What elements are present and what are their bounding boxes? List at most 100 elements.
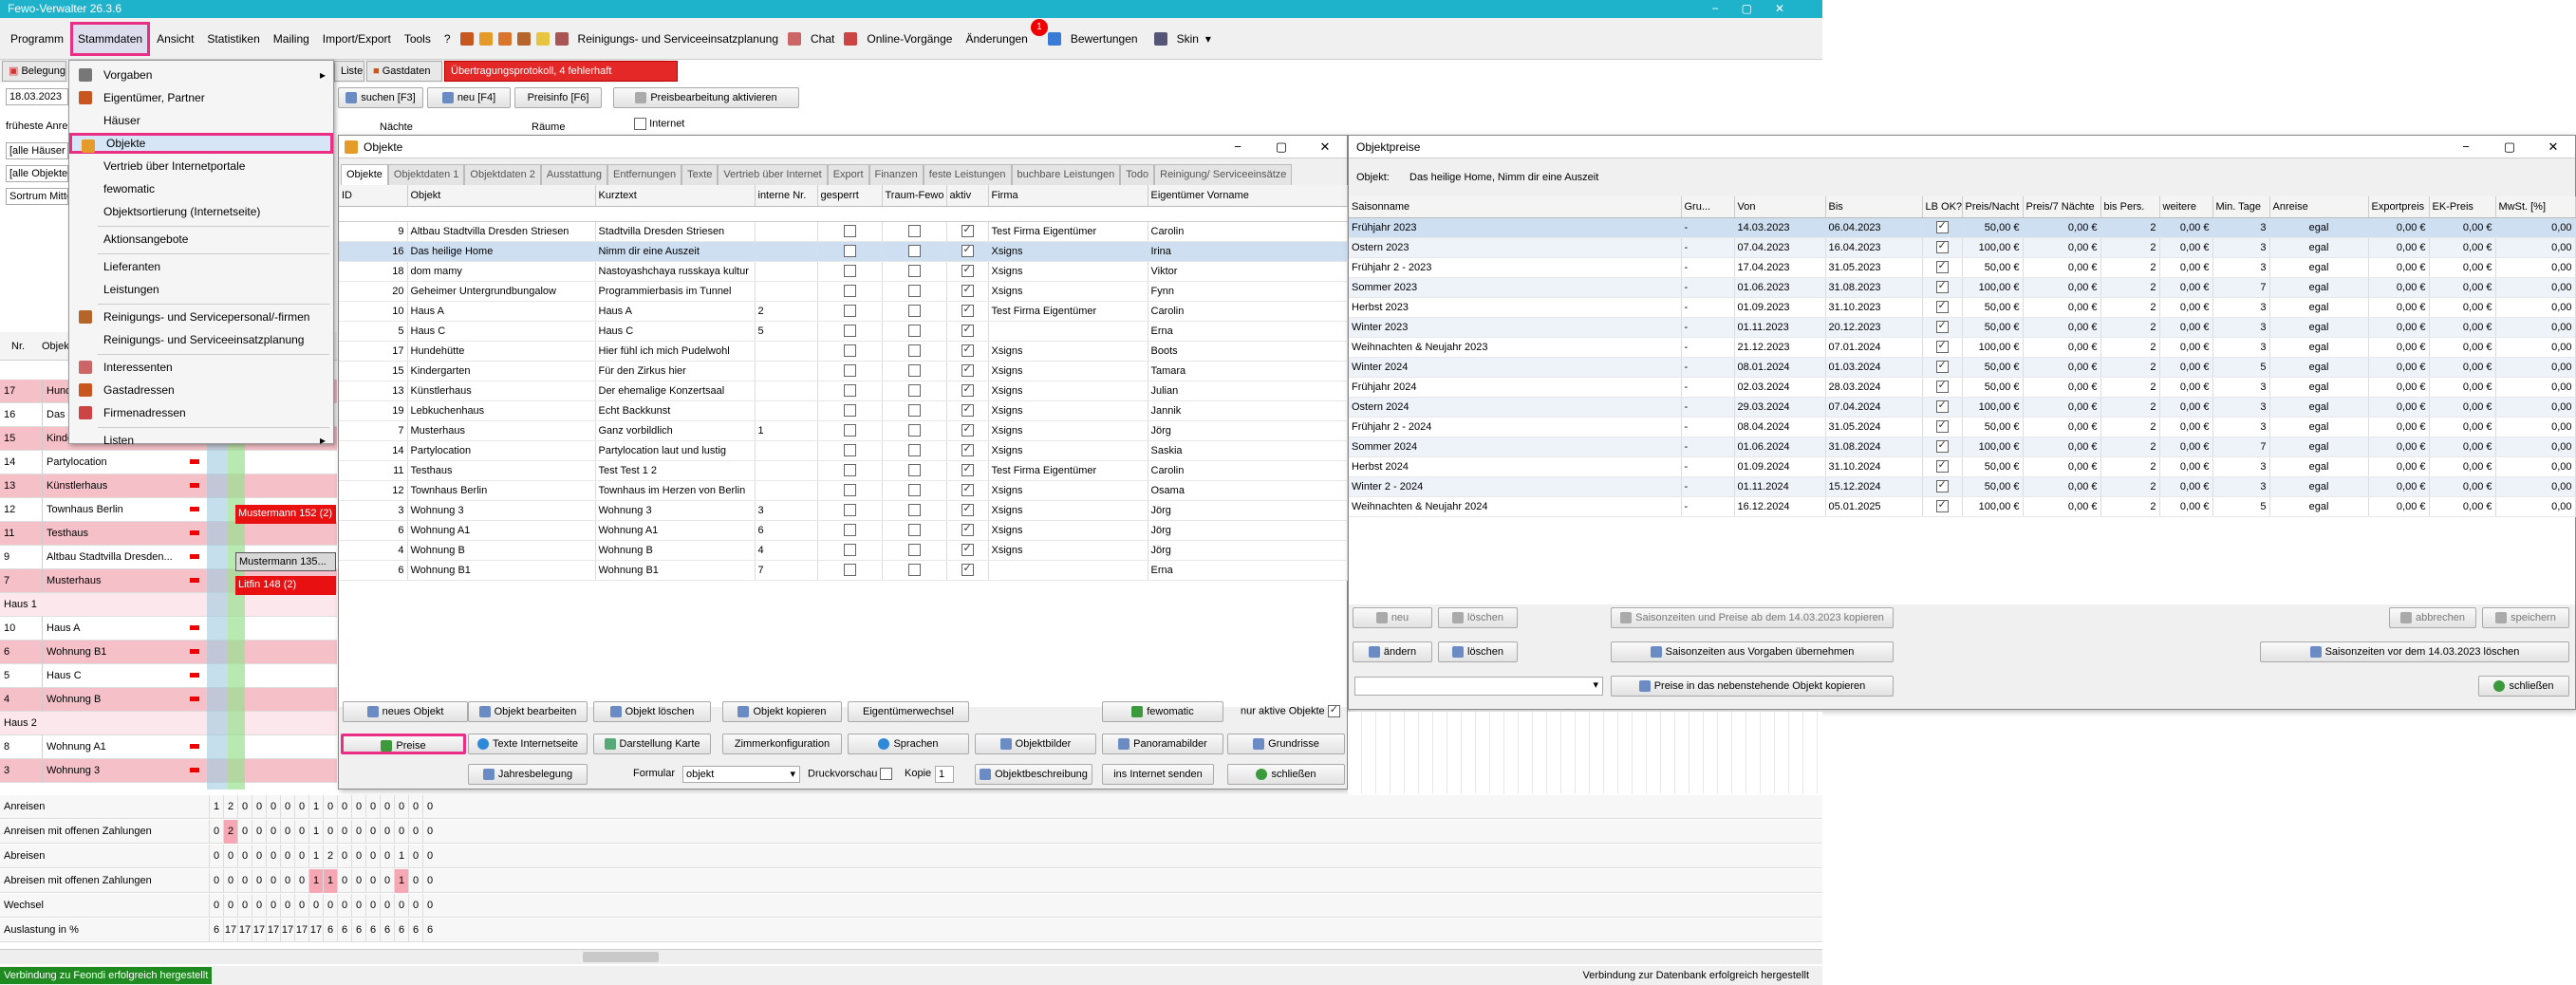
objekte-select[interactable]: [alle Objekte [6,165,68,182]
table-row[interactable]: 4Wohnung BWohnung B4XsignsJörg [339,540,1348,561]
cell-lb-ok[interactable] [1922,456,1963,477]
cell-checkbox[interactable] [817,480,883,501]
dream-checkbox[interactable] [907,424,921,437]
locked-checkbox[interactable] [843,265,856,277]
close-button[interactable]: ✕ [1303,136,1347,158]
cell-checkbox[interactable] [946,361,989,381]
cell-checkbox[interactable] [882,460,947,481]
gear-icon[interactable] [1153,31,1167,46]
cell-checkbox[interactable] [817,420,883,441]
dream-checkbox[interactable] [907,384,921,397]
cell-checkbox[interactable] [946,261,989,282]
cell-lb-ok[interactable] [1922,496,1963,517]
lb-ok-checkbox[interactable] [1935,418,1949,433]
active-checkbox[interactable] [961,522,974,536]
active-checkbox[interactable] [961,422,974,437]
table-row[interactable]: 3Wohnung 3Wohnung 33XsignsJörg [339,500,1348,521]
edit-object-button[interactable]: Objekt bearbeiten [468,701,588,722]
tab-feste-leistungen[interactable]: feste Leistungen [923,164,1012,185]
lb-ok-checkbox[interactable] [1935,219,1949,233]
season-row[interactable]: Frühjahr 2023-14.03.202306.04.2023 50,00 … [1349,217,2576,238]
cell-checkbox[interactable] [946,460,989,481]
left-grid-row[interactable]: 11 Testhaus [0,522,337,546]
season-row[interactable]: Herbst 2023-01.09.202331.10.202350,00 €0… [1349,297,2576,318]
cell-checkbox[interactable] [817,500,883,521]
season-row[interactable]: Sommer 2024-01.06.202431.08.2024 100,00 €… [1349,437,2576,457]
lb-ok-checkbox[interactable] [1935,339,1949,353]
price-delete2-button[interactable]: löschen [1438,641,1518,662]
cell-checkbox[interactable] [817,560,883,581]
cell-checkbox[interactable] [946,301,989,322]
print-preview-cb[interactable] [880,768,893,780]
owner-change-button[interactable]: Eigentümerwechsel [848,701,969,722]
cell-checkbox[interactable] [817,261,883,282]
tab-export[interactable]: Export [827,164,869,185]
cancel-button[interactable]: abbrechen [2389,607,2476,628]
column-header[interactable]: Saisonname [1349,196,1682,218]
cell-checkbox[interactable] [817,440,883,461]
column-header[interactable]: Anreise [2269,196,2369,218]
column-header[interactable]: Preis/Nacht [1962,196,2024,218]
column-header[interactable]: LB OK? [1922,196,1963,218]
column-header[interactable]: aktiv [946,185,989,207]
locked-checkbox[interactable] [843,225,856,237]
dream-checkbox[interactable] [907,364,921,377]
dream-checkbox[interactable] [907,305,921,317]
cell-checkbox[interactable] [946,281,989,302]
cell-checkbox[interactable] [817,520,883,541]
cell-checkbox[interactable] [882,381,947,401]
season-row[interactable]: Weihnachten & Neujahr 2024-16.12.2024 05.… [1349,496,2576,517]
menu-item-lieferanten[interactable]: Lieferanten [69,256,333,277]
locked-checkbox[interactable] [843,484,856,496]
dream-checkbox[interactable] [907,524,921,536]
cell-checkbox[interactable] [882,440,947,461]
dream-checkbox[interactable] [907,444,921,456]
cell-checkbox[interactable] [817,301,883,322]
menu-item-h-user[interactable]: Häuser [69,110,333,131]
booking-bar[interactable]: Litfin 148 (2) [235,576,336,595]
dream-checkbox[interactable] [907,265,921,277]
menu-item-eigent-mer-partner[interactable]: Eigentümer, Partner [69,87,333,108]
locked-checkbox[interactable] [843,245,856,257]
website-texts-button[interactable]: Texte Internetseite [468,734,588,754]
cell-checkbox[interactable] [817,241,883,262]
left-grid-row[interactable]: 4 Wohnung B [0,688,337,712]
cell-lb-ok[interactable] [1922,297,1963,318]
price-edit-button[interactable]: ändern [1353,641,1432,662]
menu-chat[interactable]: Chat [804,32,841,46]
cell-lb-ok[interactable] [1922,437,1963,457]
left-grid-row[interactable]: 6 Wohnung B1 [0,641,337,664]
owner-icon[interactable] [516,31,531,46]
cell-checkbox[interactable] [882,420,947,441]
haeuser-select[interactable]: [alle Häuser [6,142,68,159]
active-only-toggle[interactable]: nur aktive Objekte [1241,703,1340,717]
tab-todo[interactable]: Todo [1120,164,1155,185]
belegung-tab[interactable]: ▣ Belegung [2,61,66,82]
season-row[interactable]: Frühjahr 2 - 2023-17.04.202331.05.2023 50… [1349,257,2576,278]
active-checkbox[interactable] [961,382,974,397]
active-checkbox[interactable] [961,542,974,556]
cell-lb-ok[interactable] [1922,377,1963,398]
seasons-from-defaults-button[interactable]: Saisonzeiten aus Vorgaben übernehmen [1611,641,1894,662]
room-config-button[interactable]: Zimmerkonfiguration [722,734,842,754]
locked-checkbox[interactable] [843,305,856,317]
cell-checkbox[interactable] [946,381,989,401]
menu-item-vertrieb-ber-internetportale[interactable]: Vertrieb über Internetportale [69,156,333,177]
season-row[interactable]: Sommer 2023-01.06.202331.08.2023 100,00 €… [1349,277,2576,298]
menu-item-fewomatic[interactable]: fewomatic [69,178,333,199]
cell-checkbox[interactable] [817,381,883,401]
guest-icon[interactable] [497,31,512,46]
column-header[interactable]: Firma [988,185,1148,207]
cell-lb-ok[interactable] [1922,217,1963,238]
cell-checkbox[interactable] [946,321,989,342]
cell-checkbox[interactable] [946,400,989,421]
maximize-button[interactable]: ▢ [1260,136,1303,158]
new-button[interactable]: neu [F4] [427,87,511,108]
column-header[interactable]: Bis [1825,196,1923,218]
active-checkbox[interactable] [961,263,974,277]
cleaning-icon[interactable] [554,31,569,46]
lb-ok-checkbox[interactable] [1935,259,1949,273]
menu-ansicht[interactable]: Ansicht [150,32,200,46]
table-row[interactable]: 15KindergartenFür den Zirkus hier XsignsT… [339,361,1348,381]
locked-checkbox[interactable] [843,364,856,377]
